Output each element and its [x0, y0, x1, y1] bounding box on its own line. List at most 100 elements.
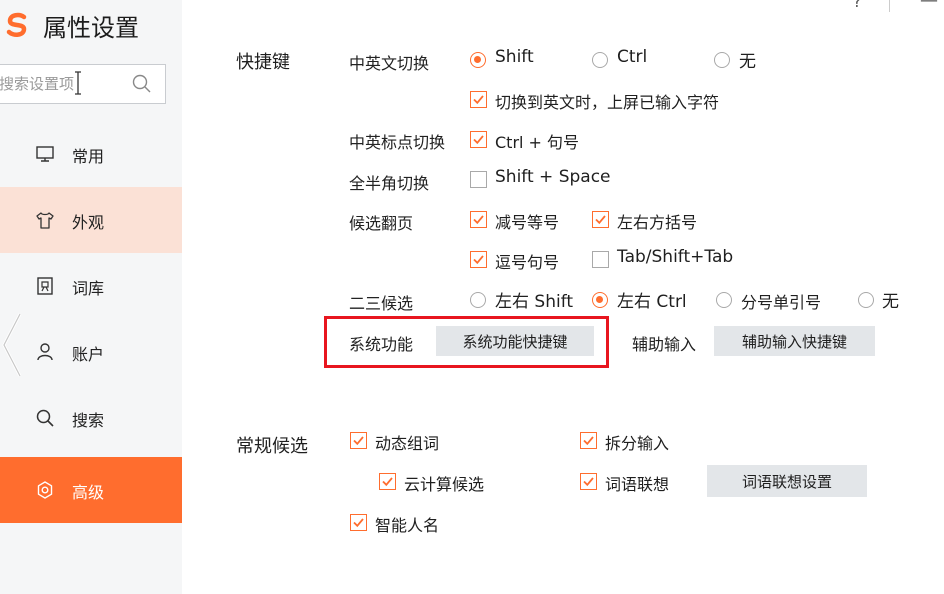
- sidebar: 属性设置 常用 外观 词库: [0, 0, 182, 594]
- checkbox-indicator[interactable]: [470, 131, 487, 148]
- radio-indicator[interactable]: [716, 292, 732, 308]
- checkbox-indicator[interactable]: [592, 251, 609, 268]
- checkmark-icon: [353, 518, 364, 528]
- sidebar-item-account[interactable]: 账户: [0, 319, 182, 385]
- checkbox-comma-period[interactable]: 逗号句号: [470, 250, 580, 272]
- radio-none[interactable]: 无: [714, 50, 774, 72]
- checkbox-label: 切换到英文时，上屏已输入字符: [495, 93, 720, 112]
- radio-label: Shift: [495, 47, 534, 67]
- checkmark-icon: [382, 477, 393, 487]
- checkbox-shift-space[interactable]: Shift + Space: [470, 167, 640, 190]
- radio-semicolon-quote[interactable]: 分号单引号: [716, 290, 841, 312]
- shirt-icon: [36, 212, 54, 229]
- checkbox-commit-on-switch[interactable]: 切换到英文时，上屏已输入字符: [470, 90, 770, 112]
- checkbox-word-association[interactable]: 词语联想: [580, 472, 700, 494]
- sidebar-item-label: 高级: [72, 483, 105, 502]
- checkbox-label: 云计算候选: [404, 475, 485, 494]
- row-label-page-turn: 候选翻页: [349, 214, 414, 233]
- highlight-box: [324, 316, 609, 368]
- checkmark-icon: [353, 436, 364, 446]
- checkbox-indicator[interactable]: [470, 171, 487, 188]
- window-controls-separator: [889, 0, 890, 12]
- checkbox-label: 左右方括号: [617, 213, 698, 232]
- checkbox-indicator[interactable]: [350, 514, 367, 531]
- checkbox-label: 逗号句号: [495, 253, 560, 272]
- sidebar-item-label: 外观: [72, 213, 105, 232]
- monitor-icon: [36, 146, 54, 162]
- radio-indicator[interactable]: [858, 292, 874, 308]
- radio-indicator[interactable]: [592, 292, 608, 308]
- user-icon: [37, 343, 53, 361]
- search-icon: [36, 409, 54, 427]
- aux-input-shortcut-button[interactable]: 辅助输入快捷键: [714, 326, 875, 356]
- radio-label: 无: [882, 292, 899, 312]
- sidebar-item-label: 账户: [72, 345, 105, 364]
- checkbox-label: Ctrl + 句号: [495, 133, 580, 152]
- radio-label: 左右 Shift: [495, 292, 574, 312]
- radio-label: 分号单引号: [741, 293, 822, 312]
- checkbox-brackets[interactable]: 左右方括号: [592, 210, 722, 232]
- sidebar-item-appearance[interactable]: 外观: [0, 187, 182, 253]
- radio-ctrl[interactable]: Ctrl: [592, 47, 672, 70]
- radio-indicator[interactable]: [592, 52, 608, 68]
- checkbox-indicator[interactable]: [470, 251, 487, 268]
- text-cursor-icon: [75, 71, 81, 95]
- sidebar-item-common[interactable]: 常用: [0, 121, 182, 187]
- search-input[interactable]: [0, 73, 127, 95]
- checkbox-indicator[interactable]: [350, 432, 367, 449]
- radio-label: 左右 Ctrl: [617, 292, 687, 312]
- checkbox-label: 词语联想: [605, 475, 670, 494]
- checkmark-icon: [595, 215, 606, 225]
- row-label-lang-switch: 中英文切换: [349, 54, 430, 73]
- radio-indicator[interactable]: [470, 52, 486, 68]
- checkbox-label: 动态组词: [375, 434, 440, 453]
- sidebar-item-advanced[interactable]: 高级: [0, 457, 182, 523]
- checkbox-ctrl-period[interactable]: Ctrl + 句号: [470, 130, 620, 152]
- sidebar-item-label: 搜索: [72, 411, 105, 430]
- checkbox-split-input[interactable]: 拆分输入: [580, 431, 720, 453]
- radio-shift[interactable]: Shift: [470, 47, 550, 70]
- radio-indicator[interactable]: [714, 52, 730, 68]
- checkbox-label: 减号等号: [495, 213, 560, 232]
- checkbox-label: 拆分输入: [605, 434, 670, 453]
- sogou-logo-icon: [6, 12, 27, 37]
- checkmark-icon: [583, 477, 594, 487]
- checkmark-icon: [473, 215, 484, 225]
- row-label-punct-switch: 中英标点切换: [349, 133, 446, 152]
- settings-icon: [37, 481, 53, 499]
- checkbox-tab-shift-tab[interactable]: Tab/Shift+Tab: [592, 247, 762, 270]
- section-title-candidates: 常规候选: [236, 436, 308, 457]
- checkbox-indicator[interactable]: [379, 473, 396, 490]
- checkmark-icon: [473, 135, 484, 145]
- search-box[interactable]: [0, 64, 166, 104]
- radio-second-third-none[interactable]: 无: [858, 290, 908, 312]
- checkbox-indicator[interactable]: [470, 211, 487, 228]
- sidebar-item-label: 常用: [72, 147, 105, 166]
- radio-left-right-shift[interactable]: 左右 Shift: [470, 290, 585, 312]
- search-icon[interactable]: [132, 74, 152, 94]
- checkbox-dynamic-phrase[interactable]: 动态组词: [350, 431, 490, 453]
- radio-indicator[interactable]: [470, 292, 486, 308]
- checkbox-minus-equal[interactable]: 减号等号: [470, 210, 580, 232]
- checkmark-icon: [473, 255, 484, 265]
- checkbox-indicator[interactable]: [470, 91, 487, 108]
- word-association-settings-button[interactable]: 词语联想设置: [707, 465, 867, 497]
- checkmark-icon: [473, 95, 484, 105]
- sidebar-item-dictionary[interactable]: 词库: [0, 253, 182, 319]
- checkbox-indicator[interactable]: [592, 211, 609, 228]
- sidebar-item-label: 词库: [72, 279, 105, 298]
- checkbox-smart-names[interactable]: 智能人名: [350, 513, 490, 535]
- checkbox-cloud-candidates[interactable]: 云计算候选: [379, 472, 519, 494]
- help-button[interactable]: ?: [853, 0, 862, 11]
- row-label-second-third: 二三候选: [349, 294, 414, 313]
- checkbox-label: Shift + Space: [495, 167, 611, 187]
- chevron-left-icon[interactable]: [0, 310, 24, 380]
- section-title-shortcuts: 快捷键: [236, 52, 290, 73]
- checkbox-indicator[interactable]: [580, 432, 597, 449]
- minimize-button[interactable]: —: [920, 0, 938, 11]
- dictionary-icon: [37, 277, 53, 295]
- checkbox-indicator[interactable]: [580, 473, 597, 490]
- radio-left-right-ctrl[interactable]: 左右 Ctrl: [592, 290, 707, 312]
- row-label-width-switch: 全半角切换: [349, 174, 430, 193]
- sidebar-item-search[interactable]: 搜索: [0, 385, 182, 451]
